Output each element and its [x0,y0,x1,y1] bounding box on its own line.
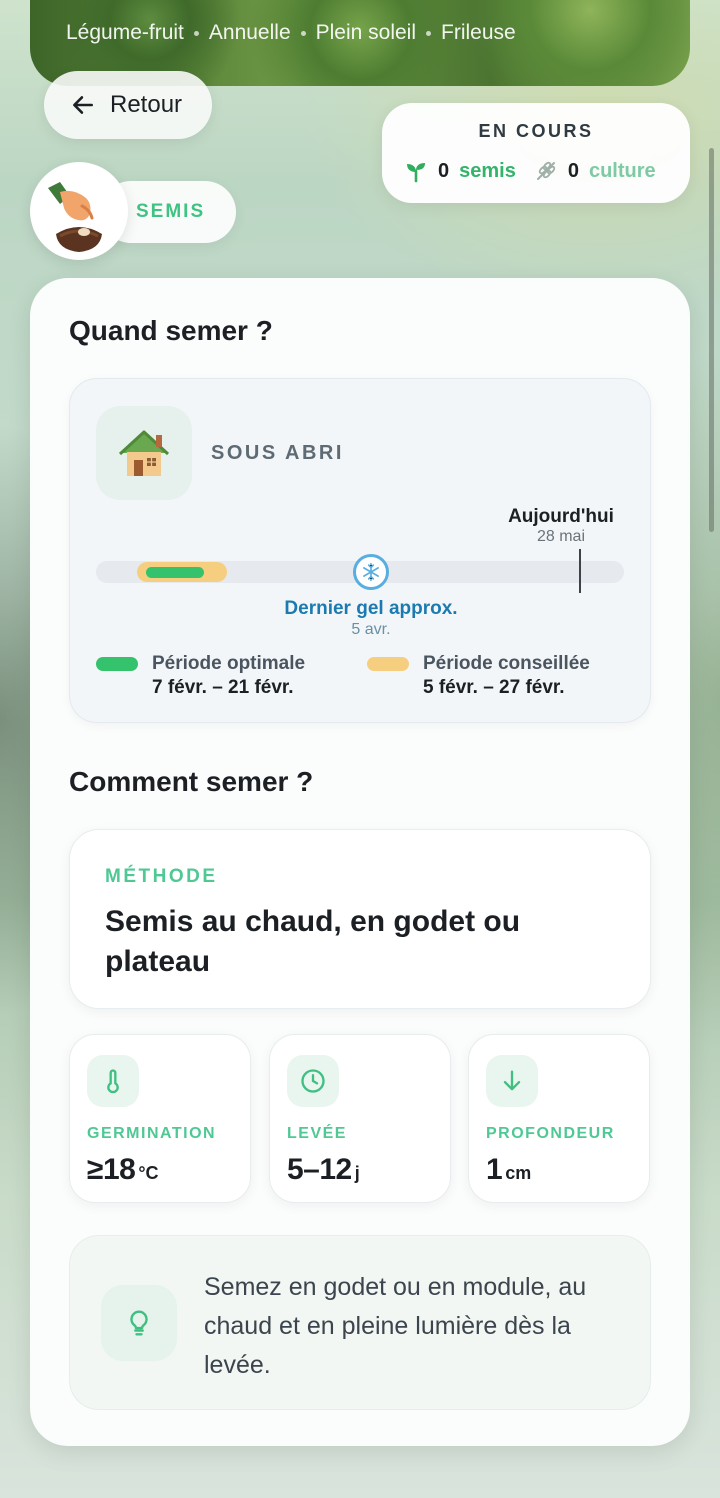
advised-legend-range: 5 févr. – 27 févr. [423,677,565,698]
status-title: EN COURS [478,121,594,141]
depth-label: PROFONDEUR [486,1125,615,1142]
semis-count: 0 [438,159,450,182]
depth-value: 1 cm [486,1153,531,1187]
emergence-number: 5–12 [287,1153,352,1186]
method-card: MÉTHODE Semis au chaud, en godet ou plat… [69,829,651,1009]
frost-marker [353,554,389,590]
back-button[interactable]: Retour [44,71,212,139]
when-title: Quand semer ? [69,315,273,346]
tag-exposure: Plein soleil [315,21,417,44]
emergence-label: LEVÉE [287,1125,347,1142]
tag-separator [300,30,306,36]
wheat-icon [536,161,555,180]
status-row: 0 semis 0 culture [404,155,656,187]
depth-unit: cm [505,1163,532,1183]
advised-legend-label: Période conseillée [423,653,590,674]
scrollbar[interactable] [709,148,714,532]
advised-legend-swatch [367,657,409,671]
emergence-value: 5–12 j [287,1153,360,1187]
tag-cycle: Annuelle [208,21,291,44]
hero-tags: Légume-fruit Annuelle Plein soleil Frile… [66,18,516,48]
optimal-legend-range: 7 févr. – 21 févr. [152,677,294,698]
house-icon [118,430,170,476]
sowing-mode: SOUS ABRI [211,442,344,464]
lightbulb-icon [130,1310,148,1336]
culture-label: culture [588,159,656,182]
tag-separator [426,30,432,36]
semis-label: semis [459,159,516,182]
house-icon-box [96,406,192,500]
today-date: 28 mai [536,528,586,545]
tag-hardiness: Frileuse [441,21,516,44]
optimal-legend-label: Période optimale [152,653,306,674]
frost-label: Dernier gel approx. [284,598,458,619]
status-card[interactable]: EN COURS 0 semis 0 culture [382,103,690,203]
frost-date: 5 avr. [351,621,391,638]
tip-icon-box [101,1285,177,1361]
method-kicker: MÉTHODE [105,866,218,887]
how-title: Comment semer ? [69,766,314,797]
culture-count: 0 [567,159,579,182]
depth-number: 1 [486,1153,503,1186]
arrow-left-icon [73,96,93,114]
thermometer-icon [107,1069,119,1094]
stage-avatar [30,162,128,260]
germination-unit: °C [138,1163,159,1183]
tag-type: Légume-fruit [66,21,184,44]
snowflake-icon [363,562,379,582]
stat-icon-box [486,1055,538,1107]
today-marker [579,549,581,593]
germination-value: ≥18 °C [87,1153,159,1187]
stat-icon-box [287,1055,339,1107]
back-label: Retour [110,91,183,118]
stage-label: SEMIS [136,201,206,222]
arrow-down-icon [503,1070,521,1091]
tag-separator [193,30,199,36]
sowing-hand-icon [48,182,102,252]
germination-card: GERMINATION ≥18 °C [69,1034,251,1203]
today-label: Aujourd'hui [508,506,614,527]
tip-text: Semez en godet ou en module, au chaud et… [204,1273,587,1379]
depth-card: PROFONDEUR 1 cm [468,1034,650,1203]
germination-number: ≥18 [87,1153,136,1186]
method-text: Semis au chaud, en godet ou plateau [105,905,521,978]
emergence-unit: j [354,1163,360,1183]
stat-icon-box [87,1055,139,1107]
optimal-legend-swatch [96,657,138,671]
optimal-period-bar [146,567,204,578]
emergence-card: LEVÉE 5–12 j [269,1034,451,1203]
sprout-icon [407,163,425,183]
germination-label: GERMINATION [87,1125,217,1142]
clock-icon [301,1069,325,1093]
